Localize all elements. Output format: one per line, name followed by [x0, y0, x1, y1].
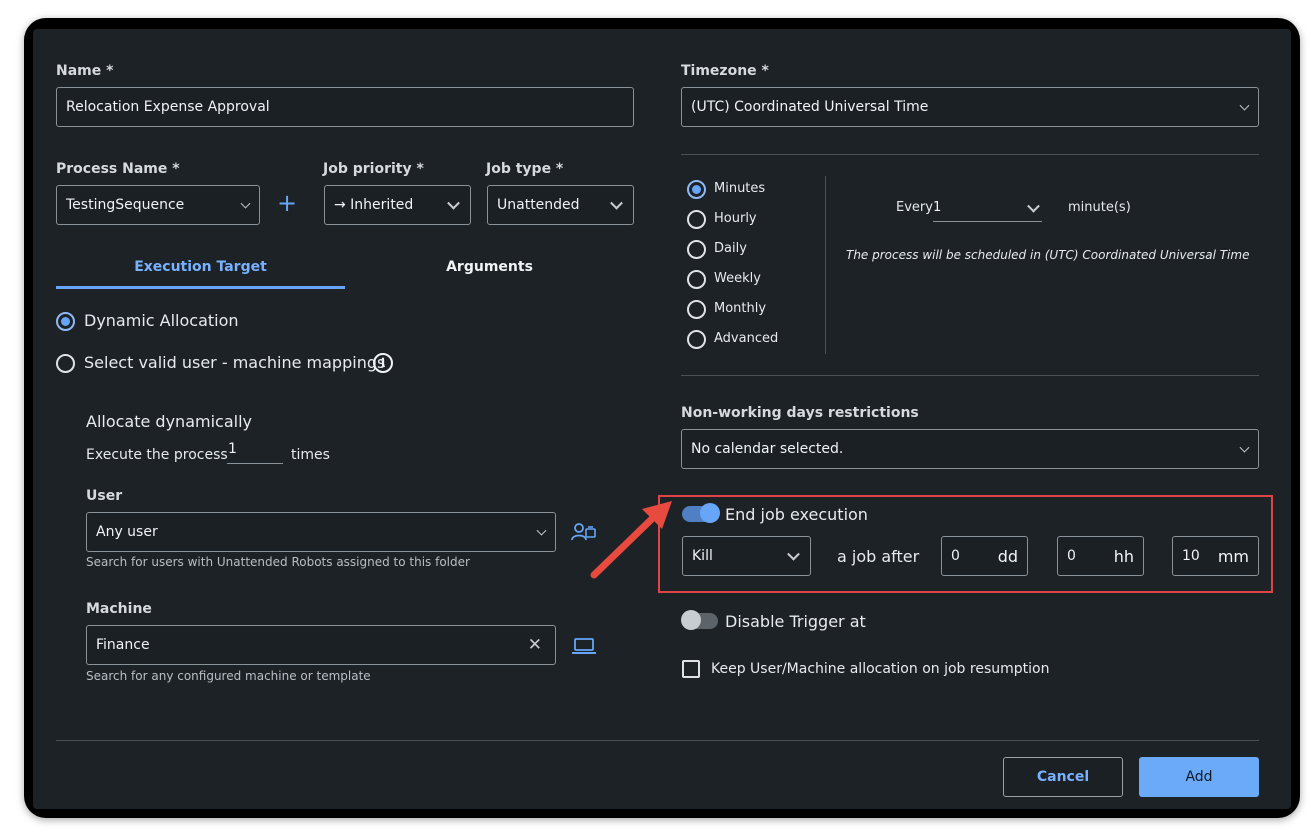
user-hint: Search for users with Unattended Robots … [86, 555, 470, 569]
active-tab-indicator [56, 286, 345, 289]
schedule-option-weekly[interactable] [687, 270, 706, 289]
schedule-label-hourly: Hourly [714, 211, 757, 226]
schedule-label-advanced: Advanced [714, 331, 779, 346]
mapping-radio[interactable] [56, 354, 75, 373]
schedule-note: The process will be scheduled in (UTC) C… [846, 248, 1250, 262]
machine-label: Machine [86, 601, 152, 617]
chevron-down-icon [447, 196, 460, 210]
add-button[interactable]: Add [1139, 757, 1259, 797]
schedule-option-advanced[interactable] [687, 330, 706, 349]
timezone-value: (UTC) Coordinated Universal Time [691, 99, 929, 115]
dynamic-allocation-radio[interactable] [56, 312, 75, 331]
schedule-label-weekly: Weekly [714, 271, 761, 286]
chevron-down-icon [1239, 442, 1250, 453]
name-input[interactable]: Relocation Expense Approval [56, 87, 634, 127]
job-type-select[interactable]: Unattended [487, 185, 634, 225]
disable-trigger-toggle[interactable] [681, 610, 718, 630]
user-label: User [86, 488, 123, 504]
schedule-label-minutes: Minutes [714, 181, 766, 196]
tab-arguments[interactable]: Arguments [345, 259, 634, 275]
clear-icon[interactable]: ✕ [528, 635, 542, 655]
annotation-arrow-icon [590, 501, 672, 579]
dynamic-allocation-label: Dynamic Allocation [84, 311, 239, 330]
process-name-select[interactable]: TestingSequence [56, 185, 260, 225]
execute-count-input[interactable]: 1 [227, 441, 283, 464]
every-value: 1 [933, 200, 942, 215]
add-trigger-dialog: Name * Relocation Expense Approval Proce… [33, 29, 1291, 809]
divider [681, 375, 1259, 376]
process-name-value: TestingSequence [66, 197, 185, 213]
divider [681, 154, 1259, 155]
job-type-value: Unattended [497, 197, 580, 213]
info-icon[interactable]: i [373, 353, 393, 373]
cancel-button[interactable]: Cancel [1003, 757, 1123, 797]
schedule-option-daily[interactable] [687, 240, 706, 259]
toggle-knob [681, 610, 701, 630]
job-priority-label: Job priority * [323, 161, 424, 177]
process-name-label: Process Name * [56, 161, 180, 177]
every-select[interactable]: 1 [933, 195, 1042, 222]
user-select[interactable]: Any user [86, 512, 556, 552]
tab-execution-target[interactable]: Execution Target [56, 259, 345, 275]
execute-suffix: times [291, 447, 330, 463]
calendar-value: No calendar selected. [691, 441, 844, 457]
job-priority-select[interactable]: → Inherited [324, 185, 471, 225]
keep-allocation-checkbox[interactable] [682, 660, 700, 678]
execute-prefix: Execute the process [86, 447, 228, 463]
machine-input[interactable]: Finance ✕ [86, 625, 556, 665]
job-type-label: Job type * [486, 161, 564, 177]
highlight-box [658, 495, 1273, 593]
name-value: Relocation Expense Approval [66, 99, 270, 115]
chevron-down-icon [536, 525, 547, 536]
schedule-option-hourly[interactable] [687, 210, 706, 229]
machine-hint: Search for any configured machine or tem… [86, 669, 371, 683]
interval-unit: minute(s) [1068, 200, 1131, 215]
user-value: Any user [96, 524, 158, 540]
name-label: Name * [56, 63, 114, 79]
chevron-down-icon [240, 198, 251, 209]
vertical-divider [825, 176, 826, 354]
timezone-label: Timezone * [681, 63, 769, 79]
add-process-icon[interactable]: + [277, 191, 297, 215]
chevron-down-icon [1027, 199, 1040, 213]
chevron-down-icon [1239, 100, 1250, 111]
every-label: Every [896, 200, 933, 215]
schedule-label-monthly: Monthly [714, 301, 767, 316]
schedule-option-minutes[interactable] [687, 180, 706, 199]
keep-allocation-label: Keep User/Machine allocation on job resu… [711, 661, 1050, 677]
disable-trigger-label: Disable Trigger at [725, 612, 866, 631]
calendar-select[interactable]: No calendar selected. [681, 429, 1259, 469]
timezone-select[interactable]: (UTC) Coordinated Universal Time [681, 87, 1259, 127]
schedule-option-monthly[interactable] [687, 300, 706, 319]
machine-value: Finance [96, 637, 150, 653]
allocate-dynamically-title: Allocate dynamically [86, 412, 252, 431]
mapping-label: Select valid user - machine mappings [84, 353, 386, 372]
chevron-down-icon [610, 196, 623, 210]
schedule-label-daily: Daily [714, 241, 747, 256]
job-priority-value: → Inherited [334, 197, 414, 213]
calendar-label: Non-working days restrictions [681, 405, 919, 421]
footer-divider [56, 740, 1259, 741]
laptop-icon[interactable] [571, 637, 597, 655]
